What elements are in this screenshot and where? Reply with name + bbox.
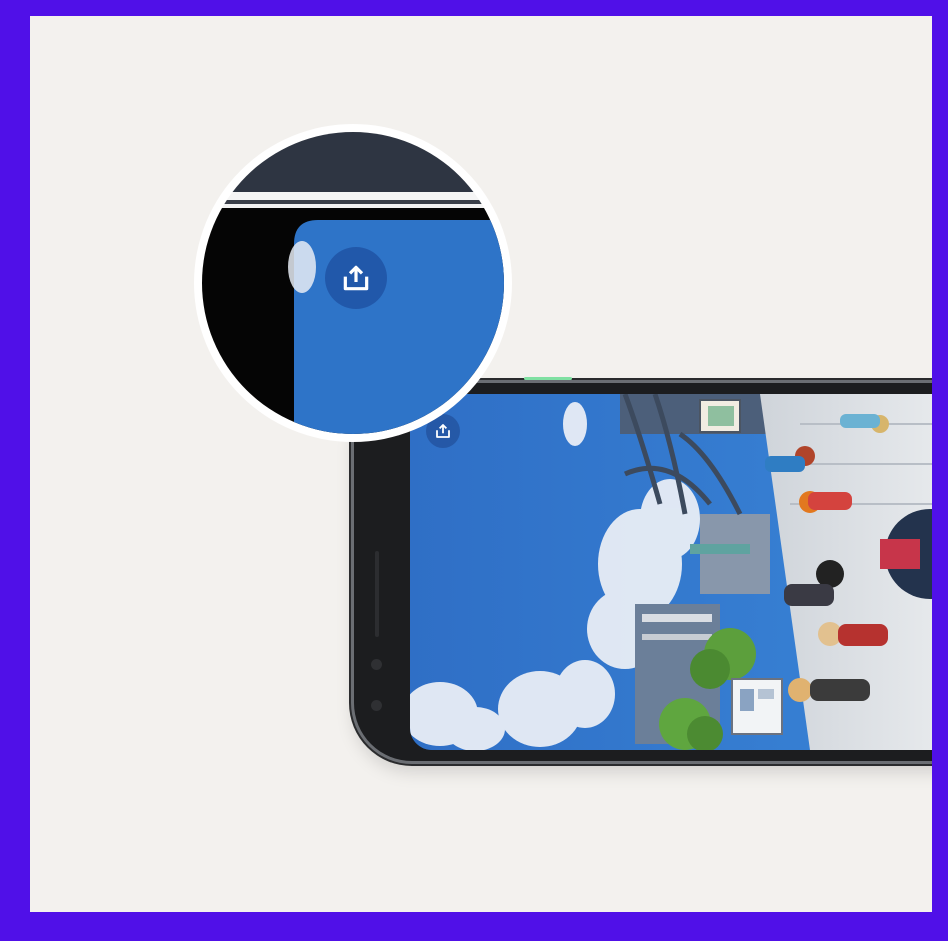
phone-screen [410,394,932,750]
phone-camera-2 [371,700,382,711]
phone-device [354,377,932,761]
phone-speaker [375,551,379,637]
canvas [30,16,932,912]
phone-edge-highlight [524,377,572,380]
phone-camera-1 [371,659,382,670]
game-scene [410,394,932,750]
zoom-magnifier [194,124,512,442]
magnified-share-button [325,247,387,309]
zoom-content [202,132,504,434]
share-upload-icon [436,424,450,438]
share-upload-icon [343,265,369,291]
